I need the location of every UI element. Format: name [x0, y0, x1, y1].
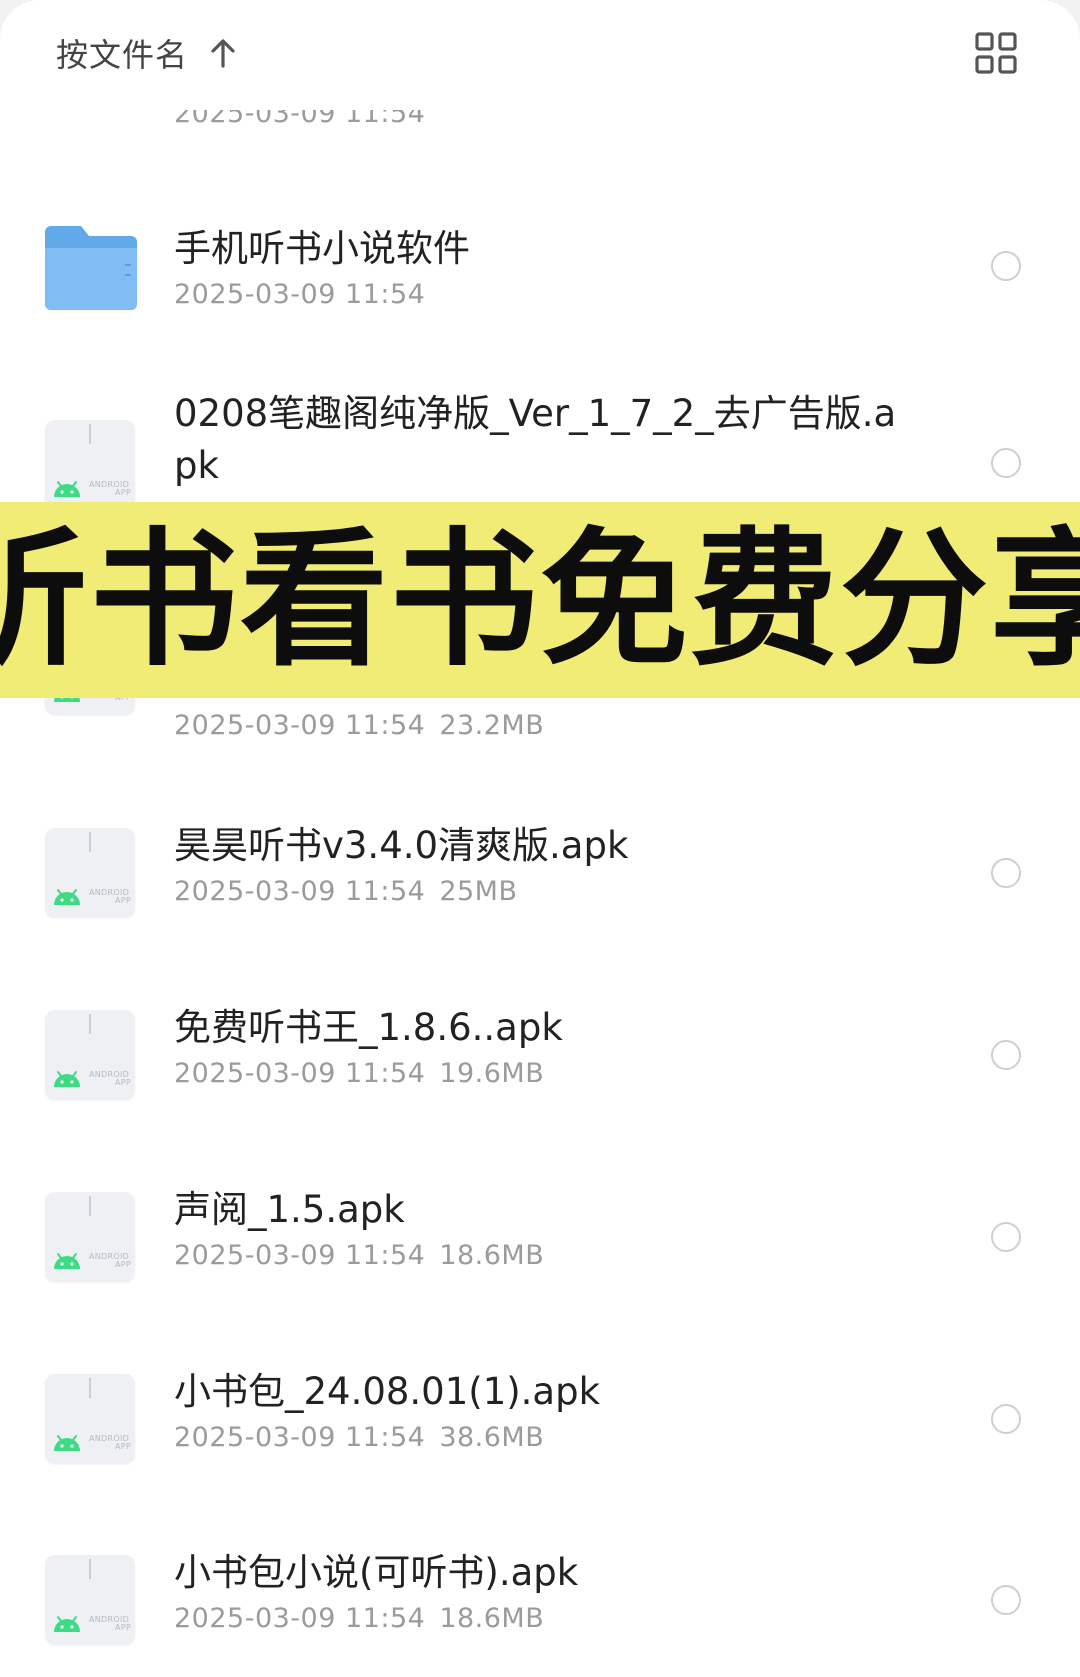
select-radio[interactable]	[991, 858, 1021, 888]
android-icon	[54, 889, 80, 905]
file-date: 2025-03-09 11:54	[174, 710, 426, 741]
android-icon	[54, 1616, 80, 1632]
apk-file-icon: ANDROIDAPP	[45, 420, 135, 510]
grid-view-icon[interactable]	[975, 32, 1017, 74]
file-date: 2025-03-09 11:54	[174, 876, 426, 907]
list-item[interactable]: ANDROID APP 声阅_1.5.apk 2025-03-09 11:54 18…	[0, 1184, 1080, 1304]
apk-file-icon: ANDROIDAPP	[45, 1374, 135, 1464]
android-icon	[54, 1253, 80, 1269]
sort-by-name-button[interactable]: 按文件名	[56, 30, 236, 76]
apk-icon-label: ANDROIDAPP	[89, 480, 132, 497]
file-name: 小书包小说(可听书).apk	[174, 1551, 579, 1594]
file-name: 小书包_24.08.01(1).apk	[174, 1370, 601, 1413]
file-meta: 2025-03-09 11:54 38.6MB	[174, 1422, 914, 1453]
file-meta: 2025-03-09 11:54 23.2MB	[174, 710, 914, 741]
select-radio[interactable]	[991, 1585, 1021, 1615]
file-size: 19.6MB	[439, 1058, 545, 1089]
file-meta: 2025-03-09 11:54	[174, 279, 914, 310]
android-icon	[54, 1435, 80, 1451]
file-name: 手机听书小说软件	[174, 227, 470, 270]
file-meta: 2025-03-09 11:54 19.6MB	[174, 1058, 914, 1089]
list-item[interactable]: 手机听书小说软件 2025-03-09 11:54	[0, 205, 1080, 325]
select-radio[interactable]	[991, 251, 1021, 281]
apk-icon-label: ANDROIDAPP	[89, 1434, 132, 1451]
file-date: 2025-03-09 11:54	[174, 1240, 426, 1271]
file-size: 18.6MB	[439, 1603, 545, 1634]
file-name: 免费听书王_1.8.6..apk	[174, 1006, 563, 1049]
list-item[interactable]: ANDROID APP 小书包小说(可听书).apk 2025-03-09 11:…	[0, 1547, 1080, 1667]
file-name: 声阅_1.5.apk	[174, 1188, 405, 1231]
file-date: 2025-03-09 11:54	[174, 279, 426, 310]
file-size: 23.2MB	[439, 710, 545, 741]
file-meta: 2025-03-09 11:54 18.6MB	[174, 1603, 914, 1634]
banner-text: 听书看书免费分享	[0, 514, 1080, 686]
apk-icon-label: ANDROIDAPP	[89, 1252, 132, 1269]
overlay-banner: 听书看书免费分享	[0, 502, 1080, 698]
file-date: 2025-03-09 11:54	[174, 1603, 426, 1634]
arrow-up-icon	[210, 38, 236, 68]
file-date: 2025-03-09 11:54	[174, 1058, 426, 1089]
sort-label: 按文件名	[56, 36, 189, 74]
file-list-screen: 按文件名 2025-03-09 11:54 手机听书小说软件 2025-03-0…	[0, 0, 1080, 1677]
top-bar: 按文件名	[0, 0, 1080, 110]
apk-icon-label: ANDROIDAPP	[89, 888, 132, 905]
apk-icon-label: ANDROIDAPP	[89, 1070, 132, 1087]
list-item[interactable]: ANDROID APP 昊昊听书v3.4.0清爽版.apk 2025-03-09 …	[0, 820, 1080, 940]
apk-file-icon: ANDROIDAPP	[45, 1555, 135, 1645]
android-icon	[54, 481, 80, 497]
list-item[interactable]: ANDROID APP 免费听书王_1.8.6..apk 2025-03-09 1…	[0, 1002, 1080, 1122]
apk-file-icon: ANDROIDAPP	[45, 1010, 135, 1100]
android-icon	[54, 1071, 80, 1087]
apk-file-icon: ANDROIDAPP	[45, 1192, 135, 1282]
file-name: 昊昊听书v3.4.0清爽版.apk	[174, 824, 629, 867]
file-size: 38.6MB	[439, 1422, 545, 1453]
list-item[interactable]: ANDROID APP 小书包_24.08.01(1).apk 2025-03-0…	[0, 1366, 1080, 1486]
select-radio[interactable]	[991, 1040, 1021, 1070]
folder-icon	[45, 226, 137, 310]
file-date: 2025-03-09 11:54	[174, 1422, 426, 1453]
apk-icon-label: ANDROIDAPP	[89, 1615, 132, 1632]
file-size: 18.6MB	[439, 1240, 545, 1271]
apk-file-icon: ANDROIDAPP	[45, 828, 135, 918]
file-meta: 2025-03-09 11:54 25MB	[174, 876, 914, 907]
select-radio[interactable]	[991, 448, 1021, 478]
select-radio[interactable]	[991, 1222, 1021, 1252]
select-radio[interactable]	[991, 1404, 1021, 1434]
file-size: 25MB	[439, 876, 518, 907]
file-meta: 2025-03-09 11:54 18.6MB	[174, 1240, 914, 1271]
file-name: 0208笔趣阁纯净版_Ver_1_7_2_去广告版.apk	[174, 392, 897, 487]
